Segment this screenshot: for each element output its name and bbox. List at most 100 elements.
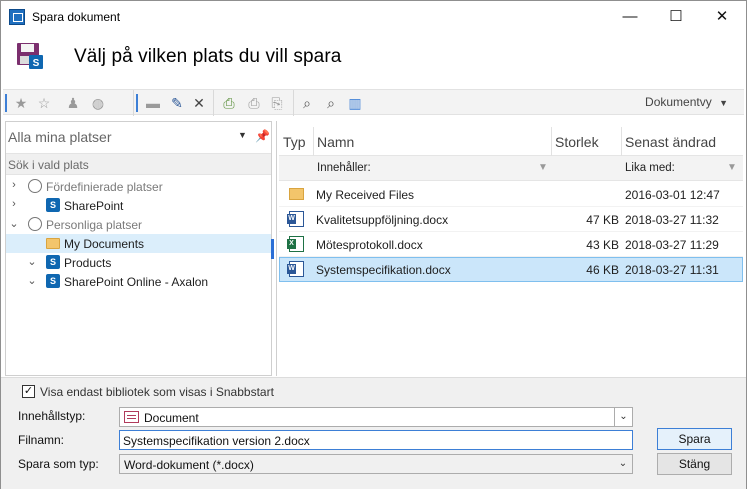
remove-favorite-icon[interactable]: ☆ [36, 95, 52, 111]
folder-icon [289, 188, 304, 200]
file-row[interactable]: My Received Files 2016-03-01 12:47 [279, 182, 743, 207]
save-button[interactable]: Spara [657, 428, 732, 450]
maximize-button[interactable]: ☐ [653, 1, 699, 33]
chevron-down-icon[interactable]: ⌄ [614, 455, 632, 473]
file-row-selected[interactable]: Systemspecifikation.docx 46 KB 2018-03-2… [279, 257, 743, 282]
save-options-panel: ✓ Visa endast bibliotek som visas i Snab… [1, 377, 746, 489]
file-row[interactable]: Mötesprotokoll.docx 43 KB 2018-03-27 11:… [279, 232, 743, 257]
check-out-icon[interactable]: ⎙ [246, 95, 262, 111]
save-as-type-label: Spara som typ: [18, 457, 99, 471]
pin-icon[interactable]: 📌 [255, 129, 270, 143]
tree-item-personal[interactable]: ⌄ Personliga platser [6, 215, 271, 234]
location-pane: Alla mina platser ▼ 📌 Sök i vald plats ›… [5, 121, 272, 376]
column-header-size[interactable]: Storlek [552, 127, 622, 156]
file-modified: 2016-03-01 12:47 [625, 188, 720, 202]
location-selector[interactable]: Alla mina platser ▼ 📌 [6, 122, 271, 152]
discard-checkout-icon[interactable]: ⎘ [269, 95, 285, 111]
filename-value: Systemspecifikation version 2.docx [123, 434, 310, 448]
chevron-right-icon[interactable]: › [9, 179, 19, 191]
close-button[interactable]: ✕ [699, 1, 745, 33]
name-filter[interactable]: Innehåller: [317, 162, 371, 174]
quicklaunch-checkbox-label: Visa endast bibliotek som visas i Snabbs… [40, 385, 274, 399]
folder-icon [46, 238, 60, 249]
pane-splitter[interactable] [276, 121, 277, 376]
globe-icon [28, 179, 42, 193]
save-as-type-value: Word-dokument (*.docx) [124, 458, 254, 472]
toolbar-separator [5, 94, 7, 112]
file-size: 47 KB [586, 213, 619, 227]
content-type-value: Document [144, 411, 199, 425]
chevron-right-icon[interactable]: › [9, 198, 19, 210]
svg-text:S: S [33, 58, 40, 69]
tree-item-label: My Documents [64, 237, 145, 251]
toolbar-group-divider [133, 90, 134, 116]
tree-item-my-documents[interactable]: My Documents [6, 234, 271, 253]
person-globe-icon [28, 217, 42, 231]
chevron-down-icon[interactable]: ▼ [238, 130, 247, 140]
view-dropdown-label: Dokumentvy [645, 95, 712, 109]
tree-item-label: Products [64, 256, 112, 270]
tree-item-label: SharePoint [64, 199, 124, 213]
file-row[interactable]: Kvalitetsuppföljning.docx 47 KB 2018-03-… [279, 207, 743, 232]
chevron-down-icon[interactable]: ⌄ [27, 255, 37, 268]
filename-input[interactable]: Systemspecifikation version 2.docx [119, 430, 633, 450]
search-doc-icon[interactable]: ⌕ [323, 95, 339, 111]
toolbar: ★ ☆ ♟ ◍ ▬ ✎ ✕ ⎙ ⎙ ⎘ ⌕ ⌕ ▥ Dokumentvy ▼ [3, 89, 744, 116]
filename-label: Filnamn: [18, 433, 65, 447]
chevron-down-icon[interactable]: ⌄ [9, 217, 19, 230]
filter-icon[interactable]: ▼ [727, 162, 737, 173]
tree-item-products[interactable]: ⌄ S Products [6, 253, 271, 272]
chevron-down-icon[interactable]: ⌄ [614, 408, 632, 426]
view-dropdown[interactable]: Dokumentvy ▼ [645, 95, 728, 109]
content-type-label: Innehållstyp: [18, 409, 86, 423]
web-location-icon[interactable]: ◍ [90, 95, 106, 111]
modified-filter[interactable]: Lika med: [625, 162, 675, 174]
quicklaunch-checkbox[interactable]: ✓ [22, 385, 35, 398]
tree-item-sharepoint[interactable]: › S SharePoint [6, 196, 271, 215]
page-title: Välj på vilken plats du vill spara [74, 46, 342, 67]
user-location-icon[interactable]: ♟ [65, 95, 81, 111]
search-web-icon[interactable]: ⌕ [299, 95, 315, 111]
sharepoint-icon: S [46, 274, 60, 288]
save-as-type-select[interactable]: Word-dokument (*.docx) ⌄ [119, 454, 633, 474]
file-size: 43 KB [586, 238, 619, 252]
content-type-select[interactable]: Document ⌄ [119, 407, 633, 427]
add-favorite-icon[interactable]: ★ [13, 95, 29, 111]
column-header-modified[interactable]: Senast ändrad [622, 127, 743, 156]
chevron-down-icon: ▼ [719, 98, 728, 108]
file-name: My Received Files [316, 188, 415, 202]
location-selector-text: Alla mina platser [8, 129, 112, 145]
excel-doc-icon [287, 236, 304, 252]
tree-item-label: Fördefinierade platser [46, 180, 163, 194]
tree-item-label: SharePoint Online - Axalon [64, 275, 209, 289]
toolbar-separator [136, 94, 138, 112]
delete-icon[interactable]: ✕ [191, 95, 207, 111]
toolbar-group-divider [213, 90, 214, 116]
filter-icon[interactable]: ▼ [538, 162, 548, 173]
minimize-button[interactable]: — [607, 1, 653, 33]
edit-icon[interactable]: ✎ [169, 95, 185, 111]
preview-pane-icon[interactable]: ▥ [347, 95, 363, 111]
new-folder-icon[interactable]: ▬ [145, 95, 161, 111]
tree-item-label: Personliga platser [46, 218, 143, 232]
tree-item-sharepoint-online[interactable]: ⌄ S SharePoint Online - Axalon [6, 272, 271, 291]
column-header-name[interactable]: Namn [314, 127, 552, 156]
check-in-icon[interactable]: ⎙ [221, 95, 237, 111]
file-name: Mötesprotokoll.docx [316, 238, 423, 252]
file-name: Systemspecifikation.docx [316, 263, 451, 277]
sharepoint-icon: S [46, 255, 60, 269]
save-dialog: Spara dokument — ☐ ✕ S Välj på vilken pl… [0, 0, 747, 489]
scroll-indicator[interactable] [271, 239, 274, 259]
file-modified: 2018-03-27 11:29 [625, 238, 719, 252]
tree-item-predefined[interactable]: › Fördefinierade platser [6, 177, 271, 196]
content-type-icon [124, 411, 139, 423]
word-doc-icon [287, 211, 304, 227]
app-icon [9, 9, 25, 25]
column-header-type[interactable]: Typ [279, 127, 314, 156]
close-dialog-button[interactable]: Stäng [657, 453, 732, 475]
save-floppy-icon: S [17, 43, 43, 69]
chevron-down-icon[interactable]: ⌄ [27, 274, 37, 287]
file-modified: 2018-03-27 11:32 [625, 213, 719, 227]
search-location[interactable]: Sök i vald plats [6, 153, 271, 175]
file-modified: 2018-03-27 11:31 [625, 263, 719, 277]
